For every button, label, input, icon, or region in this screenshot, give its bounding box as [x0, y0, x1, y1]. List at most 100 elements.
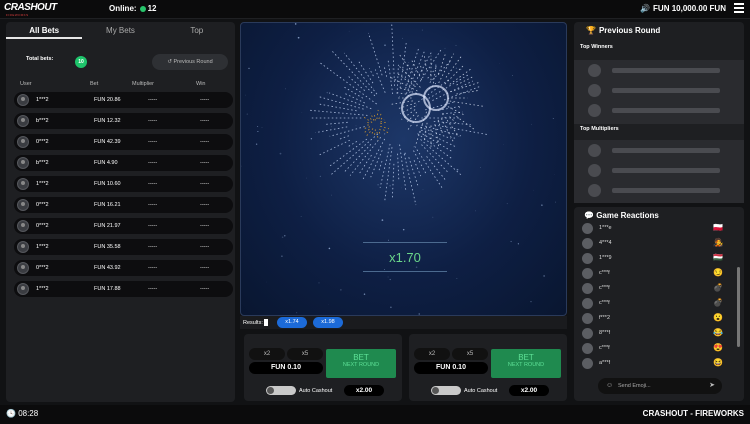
- star-dot: [389, 184, 392, 187]
- previous-round-button[interactable]: ↺ Previous Round: [152, 54, 228, 70]
- avatar: [17, 241, 29, 253]
- table-row: 0***2 FUN 16.21 ----- -----: [14, 197, 233, 213]
- reaction-emoji: 😮: [713, 313, 723, 322]
- previous-round-panel: 🏆 Previous Round Top Winners Top Multipli…: [574, 22, 744, 203]
- bet-button[interactable]: BET NEXT ROUND: [491, 349, 561, 378]
- smile-icon[interactable]: ☺: [606, 378, 613, 394]
- bets-panel: All Bets My Bets Top Total bets: 10 ↺ Pr…: [6, 22, 235, 402]
- auto-cashout-toggle[interactable]: [266, 386, 296, 395]
- reaction-user: f***2: [599, 315, 611, 321]
- auto-cashout-value[interactable]: x2.00: [509, 385, 549, 396]
- send-icon[interactable]: ➤: [709, 378, 715, 394]
- auto-cashout-value[interactable]: x2.00: [344, 385, 384, 396]
- chip-x2[interactable]: x2: [414, 348, 450, 360]
- row-win: -----: [200, 265, 210, 271]
- emoji-input[interactable]: ☺ Send Emoji... ➤: [598, 378, 722, 394]
- star-dot: [385, 171, 387, 173]
- star-dot: [446, 131, 448, 133]
- firework-spark: [348, 76, 366, 92]
- multiplier-placeholder: [588, 164, 736, 178]
- top-multipliers-list: [574, 140, 744, 203]
- row-multiplier: -----: [148, 202, 158, 208]
- col-user: User: [20, 81, 32, 87]
- firework-spark: [432, 80, 473, 101]
- multiplier-placeholder: [588, 144, 736, 158]
- bet-panel-1: x2 x5 FUN 0.10 BET NEXT ROUND Auto Casho…: [244, 334, 402, 401]
- reaction-user: a***f: [599, 360, 611, 366]
- reaction-user: c***f: [599, 270, 610, 276]
- star-dot: [480, 167, 481, 169]
- speaker-icon[interactable]: 🔊: [640, 4, 650, 13]
- menu-icon[interactable]: [734, 3, 744, 13]
- game-canvas: x1.70: [240, 22, 567, 316]
- multiplier-placeholder: [588, 184, 736, 198]
- star-dot: [284, 235, 286, 237]
- star-dot: [377, 184, 379, 186]
- row-user: 0***2: [36, 202, 49, 208]
- bet-amount-input[interactable]: FUN 0.10: [414, 362, 488, 374]
- result-pill[interactable]: x1.74: [277, 317, 307, 328]
- reactions-panel: 💬 Game Reactions 1***e 🇵🇱 4***4 🧑‍🎤 1***9 🇭🇺 c…: [574, 207, 744, 401]
- firework-spark: [397, 153, 400, 180]
- row-user: 0***2: [36, 139, 49, 145]
- firework-spark: [444, 64, 465, 85]
- current-multiplier: x1.70: [363, 242, 447, 272]
- firework-spark: [414, 146, 443, 189]
- reaction-item: c***f 💣: [582, 298, 742, 310]
- row-user: 0***2: [36, 265, 49, 271]
- bet-button-label: BET: [353, 353, 369, 362]
- winner-placeholder: [588, 84, 736, 98]
- bet-amount-input[interactable]: FUN 0.10: [249, 362, 323, 374]
- row-bet: FUN 20.86: [94, 97, 121, 103]
- row-win: -----: [200, 286, 210, 292]
- star-dot: [503, 143, 504, 145]
- chip-x2[interactable]: x2: [249, 348, 285, 360]
- bet-button[interactable]: BET NEXT ROUND: [326, 349, 396, 378]
- star-dot: [281, 255, 283, 258]
- row-user: b***2: [36, 118, 49, 124]
- reaction-item: c***f 😍: [582, 343, 742, 355]
- star-dot: [432, 216, 434, 218]
- firework-spark: [345, 93, 365, 104]
- reaction-item: 1***e 🇵🇱: [582, 223, 742, 235]
- chip-x5[interactable]: x5: [287, 348, 323, 360]
- firework-spark: [452, 113, 476, 131]
- star-dot: [418, 313, 420, 315]
- tab-all-bets[interactable]: All Bets: [6, 22, 83, 39]
- star-dot: [326, 91, 329, 94]
- result-pill[interactable]: x1.98: [313, 317, 343, 328]
- firework-spark: [310, 109, 368, 116]
- firework-spark: [384, 147, 393, 201]
- top-multipliers-label: Top Multipliers: [580, 126, 619, 132]
- chip-x5[interactable]: x5: [452, 348, 488, 360]
- table-row: 1***2 FUN 20.86 ----- -----: [14, 92, 233, 108]
- firework-spark: [319, 62, 377, 105]
- star-dot: [257, 130, 259, 133]
- avatar: [582, 298, 593, 309]
- avatar: [17, 94, 29, 106]
- tab-my-bets[interactable]: My Bets: [82, 22, 158, 39]
- star-dot: [297, 36, 300, 39]
- online-count: 12: [147, 4, 157, 13]
- star-dot: [541, 204, 543, 206]
- avatar: [582, 358, 593, 369]
- firework-spark: [441, 118, 455, 144]
- star-dot: [295, 33, 297, 35]
- tab-top[interactable]: Top: [159, 22, 235, 39]
- avatar: [17, 262, 29, 274]
- star-dot: [294, 23, 297, 25]
- logo: CRASHOUT: [4, 2, 57, 13]
- row-bet: FUN 43.92: [94, 265, 121, 271]
- top-winners-list: [574, 60, 744, 124]
- avatar: [17, 199, 29, 211]
- avatar: [17, 115, 29, 127]
- table-row: 0***2 FUN 43.92 ----- -----: [14, 260, 233, 276]
- reactions-scrollbar[interactable]: [737, 267, 740, 347]
- star-dot: [384, 44, 386, 47]
- star-dot: [261, 127, 263, 128]
- star-dot: [435, 64, 437, 66]
- clock: 🕓 08:28: [6, 409, 39, 418]
- firework-spark: [374, 69, 386, 93]
- auto-cashout-toggle[interactable]: [431, 386, 461, 395]
- row-multiplier: -----: [148, 139, 158, 145]
